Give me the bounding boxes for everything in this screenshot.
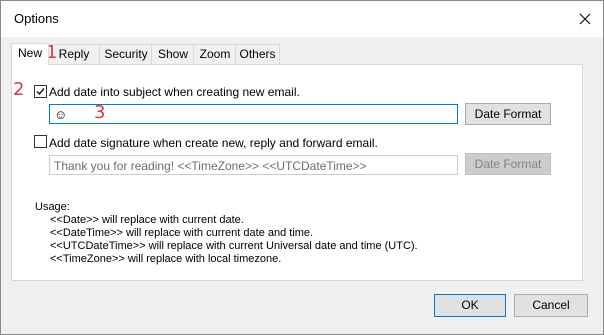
tab-security[interactable]: Security [99,44,153,64]
close-button[interactable] [573,7,597,31]
signature-placeholder: Thank you for reading! <<TimeZone>> <<UT… [54,159,367,173]
signature-date-format-button[interactable]: Date Format [465,153,551,175]
options-dialog: Options New Reply Security Show Zoom Oth… [0,0,604,335]
title-bar: Options [1,1,603,37]
tab-others[interactable]: Others [235,44,280,64]
ok-button[interactable]: OK [434,294,506,317]
annotation-marker-3: 3 [94,102,106,123]
usage-line-timezone: <<TimeZone>> will replace with local tim… [50,253,282,265]
cancel-button[interactable]: Cancel [514,294,588,317]
close-icon [579,13,591,25]
tab-show[interactable]: Show [151,44,195,64]
usage-line-utcdatetime: <<UTCDateTime>> will replace with curren… [50,240,418,252]
window-title: Options [14,11,59,26]
tab-zoom[interactable]: Zoom [193,44,237,64]
tab-new[interactable]: New [11,43,49,65]
check-icon [36,88,45,96]
usage-line-datetime: <<DateTime>> will replace with current d… [50,227,314,239]
signature-input[interactable]: Thank you for reading! <<TimeZone>> <<UT… [49,155,458,175]
add-signature-checkbox[interactable] [34,135,47,148]
date-format-input[interactable]: ☺ [49,104,458,124]
add-date-label: Add date into subject when creating new … [49,85,300,99]
usage-heading: Usage: [35,201,70,213]
date-format-button[interactable]: Date Format [465,103,551,125]
date-format-value: ☺ [54,107,68,122]
annotation-marker-2: 2 [13,79,25,100]
usage-line-date: <<Date>> will replace with current date. [50,214,244,226]
add-signature-label: Add date signature when create new, repl… [49,136,378,150]
add-date-checkbox[interactable] [34,85,47,98]
usage-text: Usage: <<Date>> will replace with curren… [35,201,418,266]
